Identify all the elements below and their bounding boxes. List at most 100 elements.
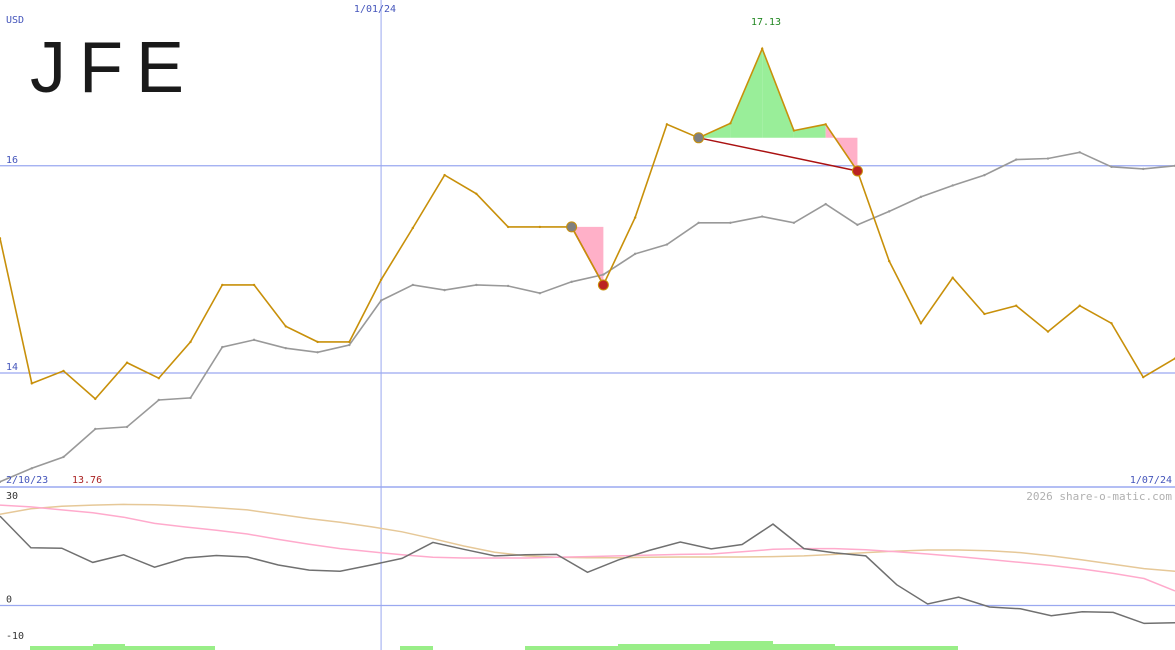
comparison-point — [443, 288, 446, 292]
price-point — [538, 225, 542, 229]
price-point — [665, 123, 669, 126]
comparison-point — [125, 425, 129, 429]
price-point — [157, 377, 160, 380]
currency-label: USD — [6, 15, 24, 26]
comparison-point — [856, 223, 859, 227]
comparison-point — [633, 252, 637, 256]
price-point — [1015, 304, 1018, 307]
comparison-point — [157, 398, 160, 402]
price-point — [919, 322, 923, 325]
comparison-line — [0, 151, 1175, 483]
marker-open — [566, 221, 578, 233]
price-point — [792, 129, 796, 132]
comparison-point — [189, 396, 192, 400]
price-point — [760, 47, 764, 50]
price-point — [125, 361, 129, 364]
comparison-point — [411, 283, 415, 287]
price-point — [316, 340, 319, 344]
sub-grid: 30 0 -10 — [0, 491, 1175, 642]
ticker-title: JFE — [30, 28, 197, 108]
comparison-point — [506, 284, 510, 288]
chart: 16 14 USD JFE 1/01/24 17.13 2/10/23 13.76… — [0, 0, 1175, 650]
main-series — [0, 46, 1175, 484]
comparison-point — [94, 427, 97, 431]
comparison-point — [30, 467, 33, 470]
max-price-label: 17.13 — [751, 17, 781, 28]
marker-close — [597, 279, 609, 291]
price-point — [1142, 375, 1145, 379]
price-point — [284, 325, 288, 328]
comparison-point — [379, 299, 383, 302]
price-point — [1110, 322, 1113, 325]
price-point — [506, 225, 510, 229]
price-point — [824, 123, 827, 126]
price-point — [729, 122, 732, 125]
y-tick-14: 14 — [6, 362, 18, 373]
price-point — [0, 237, 2, 240]
trade-fill-segment — [793, 124, 826, 138]
sub-y-tick-30: 30 — [6, 491, 18, 502]
comparison-point — [760, 215, 764, 218]
comparison-point — [475, 283, 478, 287]
price-point — [983, 312, 986, 316]
price-point — [252, 283, 256, 287]
volume-bar — [93, 644, 125, 650]
price-point — [633, 216, 637, 219]
comparison-point — [919, 195, 923, 199]
volume-bars — [30, 641, 958, 650]
price-point — [1078, 304, 1081, 307]
comparison-point — [62, 455, 65, 459]
sub-y-tick--10: -10 — [6, 631, 24, 642]
comparison-point — [792, 221, 796, 224]
comparison-point — [1046, 157, 1050, 160]
sub-y-tick-0: 0 — [6, 595, 12, 606]
comparison-point — [824, 202, 827, 206]
comparison-point — [1015, 158, 1018, 161]
price-point — [443, 173, 446, 177]
comparison-point — [348, 343, 351, 347]
comparison-point — [284, 346, 288, 350]
price-point — [94, 397, 97, 401]
x-label-start: 2/10/23 — [6, 475, 48, 486]
y-tick-16: 16 — [6, 155, 18, 166]
trade-fill-segment — [730, 48, 763, 138]
comparison-point — [887, 210, 891, 213]
comparison-point — [538, 292, 542, 295]
x-label-end: 1/07/24 — [1130, 475, 1172, 486]
momentum-line — [0, 515, 1175, 625]
comparison-point — [602, 273, 605, 276]
price-point — [189, 340, 192, 344]
price-point — [1046, 330, 1050, 333]
trade-markers — [566, 132, 863, 291]
price-point — [30, 382, 33, 385]
price-point — [221, 283, 224, 287]
comparison-point — [983, 173, 986, 177]
comparison-point — [570, 280, 573, 284]
comparison-point — [1078, 151, 1081, 154]
comparison-point — [729, 221, 732, 224]
comparison-point — [1110, 165, 1113, 169]
marker-open — [693, 132, 705, 144]
price-point — [348, 340, 351, 344]
avg-short-line — [0, 504, 1175, 592]
price-point — [411, 226, 415, 230]
comparison-point — [697, 221, 700, 224]
comparison-point — [316, 351, 319, 354]
price-point — [379, 278, 383, 281]
min-price-label: 13.76 — [72, 475, 102, 486]
comparison-point — [665, 243, 669, 246]
comparison-point — [221, 345, 224, 349]
price-point — [887, 259, 891, 263]
marker-close — [851, 165, 863, 177]
x-label-divider: 1/01/24 — [354, 4, 396, 15]
price-point — [475, 192, 478, 195]
comparison-point — [1142, 167, 1145, 171]
volume-bar — [400, 646, 433, 650]
comparison-point — [951, 184, 954, 187]
price-point — [62, 369, 65, 373]
watermark: 2026 share-o-matic.com — [1026, 490, 1172, 503]
volume-bar — [710, 641, 773, 650]
trade-fills — [570, 48, 858, 286]
comparison-point — [252, 338, 256, 342]
price-point — [951, 276, 954, 279]
